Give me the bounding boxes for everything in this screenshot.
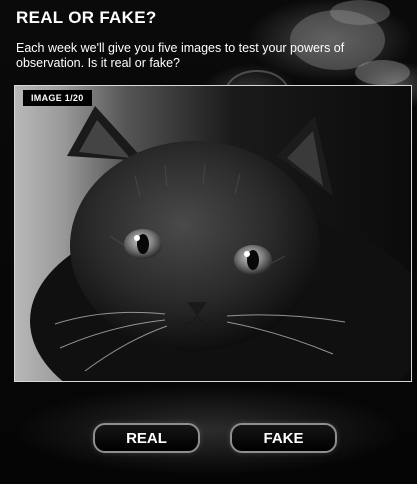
quiz-image <box>14 85 412 382</box>
image-counter-badge: IMAGE 1/20 <box>23 90 92 106</box>
decorative-bubble <box>330 0 390 25</box>
real-or-fake-app: REAL OR FAKE? Each week we'll give you f… <box>0 0 417 484</box>
page-title: REAL OR FAKE? <box>16 8 157 27</box>
instructions-text: Each week we'll give you five images to … <box>16 41 345 70</box>
fake-button[interactable]: FAKE <box>230 423 337 453</box>
cat-photo-icon <box>30 106 411 381</box>
real-button[interactable]: REAL <box>93 423 200 453</box>
